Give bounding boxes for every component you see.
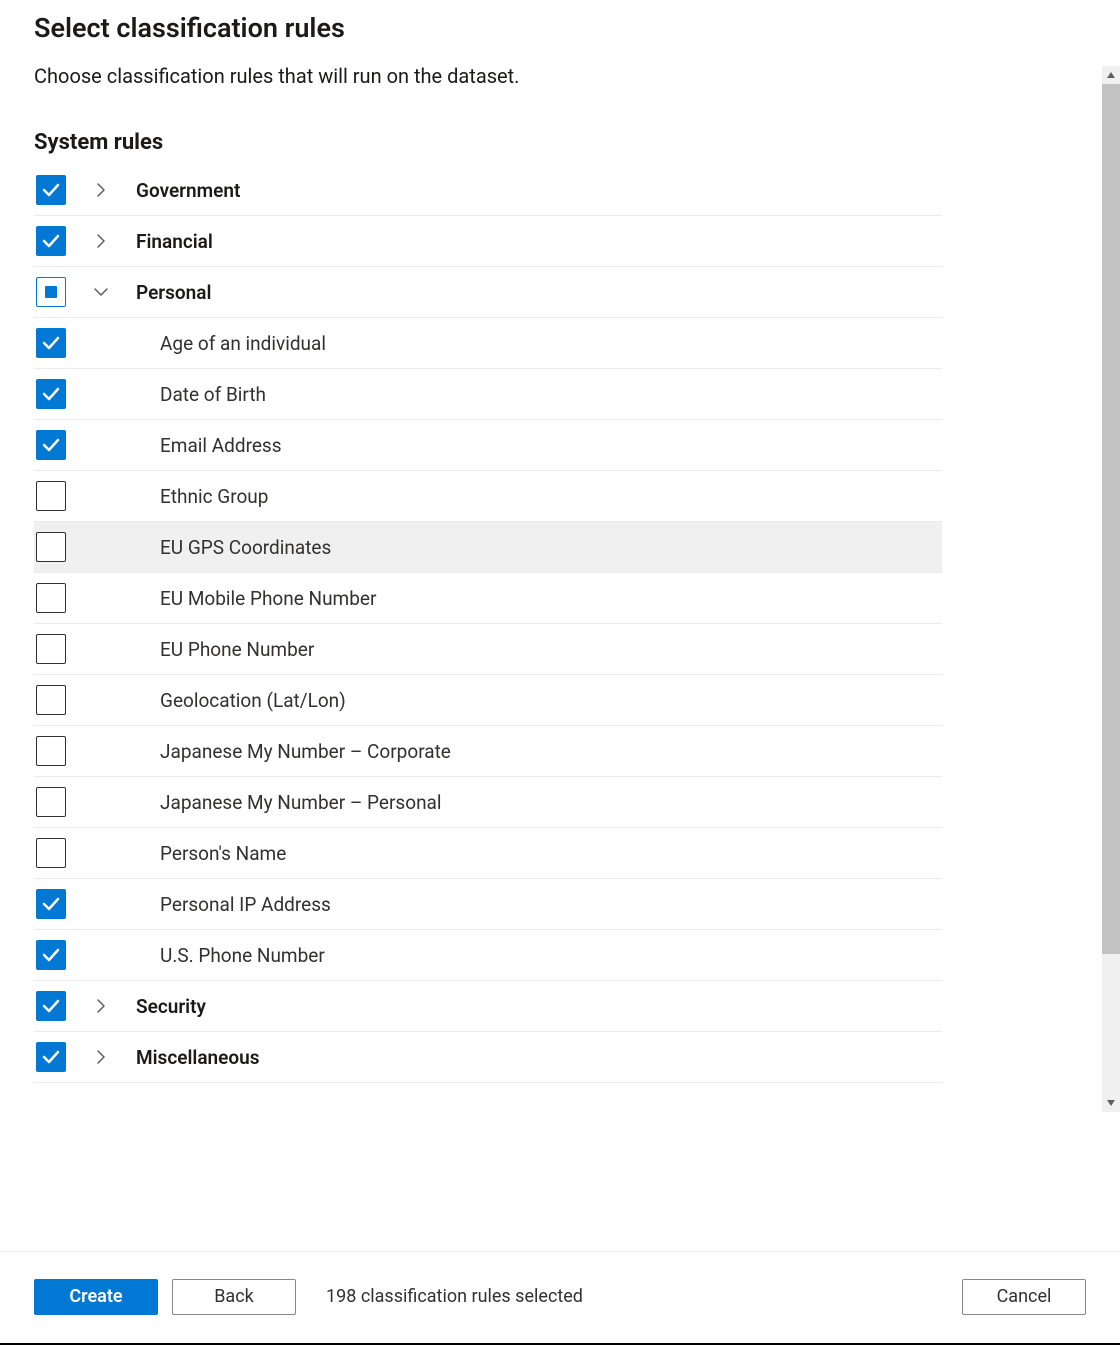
category-label: Personal (136, 281, 211, 304)
chevron-right-icon[interactable] (90, 179, 112, 201)
rule-label: EU GPS Coordinates (136, 536, 331, 559)
checkbox-rule[interactable] (36, 889, 66, 919)
rule-label: Age of an individual (136, 332, 326, 355)
category-row-financial[interactable]: Financial (34, 216, 942, 267)
checkbox-financial[interactable] (36, 226, 66, 256)
rule-row[interactable]: Japanese My Number – Corporate (34, 726, 942, 777)
checkbox-personal[interactable] (36, 277, 66, 307)
rule-label: EU Phone Number (136, 638, 314, 661)
rule-row[interactable]: Person's Name (34, 828, 942, 879)
checkbox-rule[interactable] (36, 736, 66, 766)
cancel-button[interactable]: Cancel (962, 1279, 1086, 1315)
category-row-security[interactable]: Security (34, 981, 942, 1032)
chevron-right-icon[interactable] (90, 995, 112, 1017)
rule-label: Ethnic Group (136, 485, 268, 508)
rule-row[interactable]: Ethnic Group (34, 471, 942, 522)
back-button[interactable]: Back (172, 1279, 296, 1315)
chevron-down-icon[interactable] (90, 281, 112, 303)
checkbox-rule[interactable] (36, 838, 66, 868)
rule-label: Date of Birth (136, 383, 266, 406)
scroll-up-icon[interactable] (1102, 66, 1120, 84)
page-subtitle: Choose classification rules that will ru… (34, 64, 1086, 88)
chevron-right-icon[interactable] (90, 230, 112, 252)
category-label: Miscellaneous (136, 1046, 260, 1069)
rule-row[interactable]: Date of Birth (34, 369, 942, 420)
section-title: System rules (34, 130, 1086, 155)
scroll-down-icon[interactable] (1102, 1094, 1120, 1112)
checkbox-rule[interactable] (36, 328, 66, 358)
checkbox-rule[interactable] (36, 532, 66, 562)
category-label: Government (136, 179, 240, 202)
rule-row[interactable]: EU Phone Number (34, 624, 942, 675)
checkbox-government[interactable] (36, 175, 66, 205)
checkbox-rule[interactable] (36, 787, 66, 817)
selection-count: 198 classification rules selected (326, 1286, 583, 1307)
category-row-miscellaneous[interactable]: Miscellaneous (34, 1032, 942, 1083)
rule-label: Person's Name (136, 842, 286, 865)
main-content: Select classification rules Choose class… (0, 0, 1120, 1112)
category-label: Financial (136, 230, 213, 253)
rule-row[interactable]: EU GPS Coordinates (34, 522, 942, 573)
rule-row[interactable]: U.S. Phone Number (34, 930, 942, 981)
create-button[interactable]: Create (34, 1279, 158, 1315)
rule-row[interactable]: Japanese My Number – Personal (34, 777, 942, 828)
checkbox-rule[interactable] (36, 481, 66, 511)
footer-bar: Create Back 198 classification rules sel… (0, 1251, 1120, 1341)
category-row-government[interactable]: Government (34, 165, 942, 216)
checkbox-rule[interactable] (36, 940, 66, 970)
rule-row[interactable]: Geolocation (Lat/Lon) (34, 675, 942, 726)
rule-row[interactable]: Age of an individual (34, 318, 942, 369)
rule-label: Geolocation (Lat/Lon) (136, 689, 346, 712)
rule-row[interactable]: Email Address (34, 420, 942, 471)
checkbox-rule[interactable] (36, 379, 66, 409)
checkbox-miscellaneous[interactable] (36, 1042, 66, 1072)
rule-list: Government Financial Personal Age of an ind… (34, 165, 942, 1083)
rule-label: Japanese My Number – Corporate (136, 740, 451, 763)
category-row-personal[interactable]: Personal (34, 267, 942, 318)
scrollbar-thumb[interactable] (1102, 84, 1120, 954)
checkbox-rule[interactable] (36, 430, 66, 460)
rule-label: Personal IP Address (136, 893, 331, 916)
rule-label: Japanese My Number – Personal (136, 791, 442, 814)
page-title: Select classification rules (34, 12, 1086, 44)
checkbox-rule[interactable] (36, 583, 66, 613)
rule-label: EU Mobile Phone Number (136, 587, 376, 610)
rule-row[interactable]: EU Mobile Phone Number (34, 573, 942, 624)
chevron-right-icon[interactable] (90, 1046, 112, 1068)
category-label: Security (136, 995, 206, 1018)
checkbox-security[interactable] (36, 991, 66, 1021)
checkbox-rule[interactable] (36, 634, 66, 664)
rule-label: Email Address (136, 434, 282, 457)
rule-row[interactable]: Personal IP Address (34, 879, 942, 930)
checkbox-rule[interactable] (36, 685, 66, 715)
scrollbar[interactable] (1102, 66, 1120, 1112)
rule-label: U.S. Phone Number (136, 944, 325, 967)
